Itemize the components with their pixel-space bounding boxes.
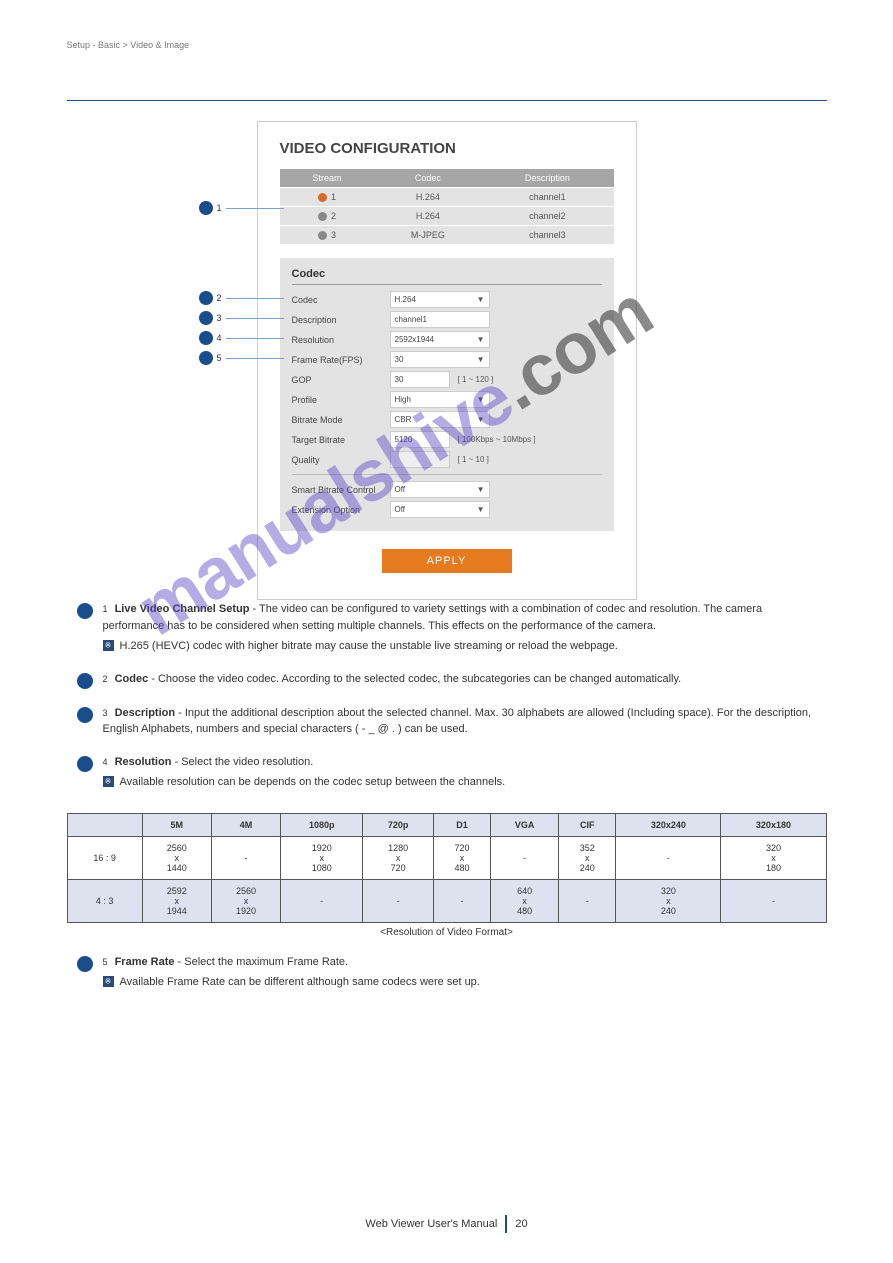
bitrate-mode-select[interactable]: CBR▼ <box>390 411 490 428</box>
stream-row-2[interactable]: 2 H.264 channel2 <box>280 207 614 226</box>
col-stream: Stream <box>280 169 375 188</box>
gop-input[interactable]: 30 <box>390 371 450 388</box>
row-codec: Codec H.264▼ <box>292 291 602 308</box>
chevron-down-icon: ▼ <box>477 485 485 494</box>
codec-section: Codec Codec H.264▼ Description channel1 … <box>280 258 614 531</box>
expl-1: 1 Live Video Channel Setup - The video c… <box>77 601 827 655</box>
note-icon: ※ <box>103 776 114 787</box>
row-res: Resolution 2592x1944▼ <box>292 331 602 348</box>
sbc-select[interactable]: Off▼ <box>390 481 490 498</box>
profile-select[interactable]: High▼ <box>390 391 490 408</box>
ext-select[interactable]: Off▼ <box>390 501 490 518</box>
res-row-169: 16 : 9 2560 x 1440 - 1920 x 1080 1280 x … <box>67 836 826 879</box>
video-config-panel: VIDEO CONFIGURATION Stream Codec Descrip… <box>257 121 637 600</box>
resolution-select[interactable]: 2592x1944▼ <box>390 331 490 348</box>
row-tbr: Target Bitrate 5120 [ 100Kbps ~ 10Mbps ] <box>292 431 602 448</box>
note-icon: ※ <box>103 976 114 987</box>
res-caption: <Resolution of Video Format> <box>67 927 827 938</box>
target-bitrate-input[interactable]: 5120 <box>390 431 450 448</box>
apply-button[interactable]: APPLY <box>382 549 512 573</box>
resolution-table: 5M 4M 1080p 720p D1 VGA CIF 320x240 320x… <box>67 813 827 923</box>
chevron-down-icon: ▼ <box>477 335 485 344</box>
chevron-down-icon: ▼ <box>477 355 485 364</box>
expl-5: 5 Frame Rate - Select the maximum Frame … <box>77 954 827 991</box>
row-desc: Description channel1 <box>292 311 602 328</box>
quality-input <box>390 451 450 468</box>
page-footer: Web Viewer User's Manual20 <box>0 1215 893 1233</box>
chevron-down-icon: ▼ <box>477 395 485 404</box>
fps-select[interactable]: 30▼ <box>390 351 490 368</box>
radio-icon[interactable] <box>318 231 327 240</box>
expl-3: 3 Description - Input the additional des… <box>77 705 827 738</box>
codec-select[interactable]: H.264▼ <box>390 291 490 308</box>
row-ext: Extension Option Off▼ <box>292 501 602 518</box>
expl-2: 2 Codec - Choose the video codec. Accord… <box>77 671 827 689</box>
col-codec: Codec <box>375 169 482 188</box>
res-row-43: 4 : 3 2592 x 1944 2560 x 1920 - - - 640 … <box>67 879 826 922</box>
col-desc: Description <box>481 169 613 188</box>
row-gop: GOP 30 [ 1 ~ 120 ] <box>292 371 602 388</box>
codec-heading: Codec <box>292 268 602 285</box>
chevron-down-icon: ▼ <box>477 505 485 514</box>
header-rule <box>67 100 827 101</box>
chevron-down-icon: ▼ <box>477 295 485 304</box>
description-input[interactable]: channel1 <box>390 311 490 328</box>
stream-row-3[interactable]: 3 M-JPEG channel3 <box>280 226 614 245</box>
panel-title: VIDEO CONFIGURATION <box>280 140 614 157</box>
row-quality: Quality [ 1 ~ 10 ] <box>292 451 602 468</box>
row-sbc: Smart Bitrate Control Off▼ <box>292 481 602 498</box>
stream-table: Stream Codec Description 1 H.264 channel… <box>280 169 614 244</box>
note-icon: ※ <box>103 640 114 651</box>
section-header: Setup - Basic > Video & Image <box>67 40 827 50</box>
stream-row-1[interactable]: 1 H.264 channel1 <box>280 188 614 207</box>
expl-4: 4 Resolution - Select the video resoluti… <box>77 754 827 791</box>
row-brmode: Bitrate Mode CBR▼ <box>292 411 602 428</box>
row-profile: Profile High▼ <box>292 391 602 408</box>
radio-icon[interactable] <box>318 212 327 221</box>
radio-icon[interactable] <box>318 193 327 202</box>
chevron-down-icon: ▼ <box>477 415 485 424</box>
row-fps: Frame Rate(FPS) 30▼ <box>292 351 602 368</box>
